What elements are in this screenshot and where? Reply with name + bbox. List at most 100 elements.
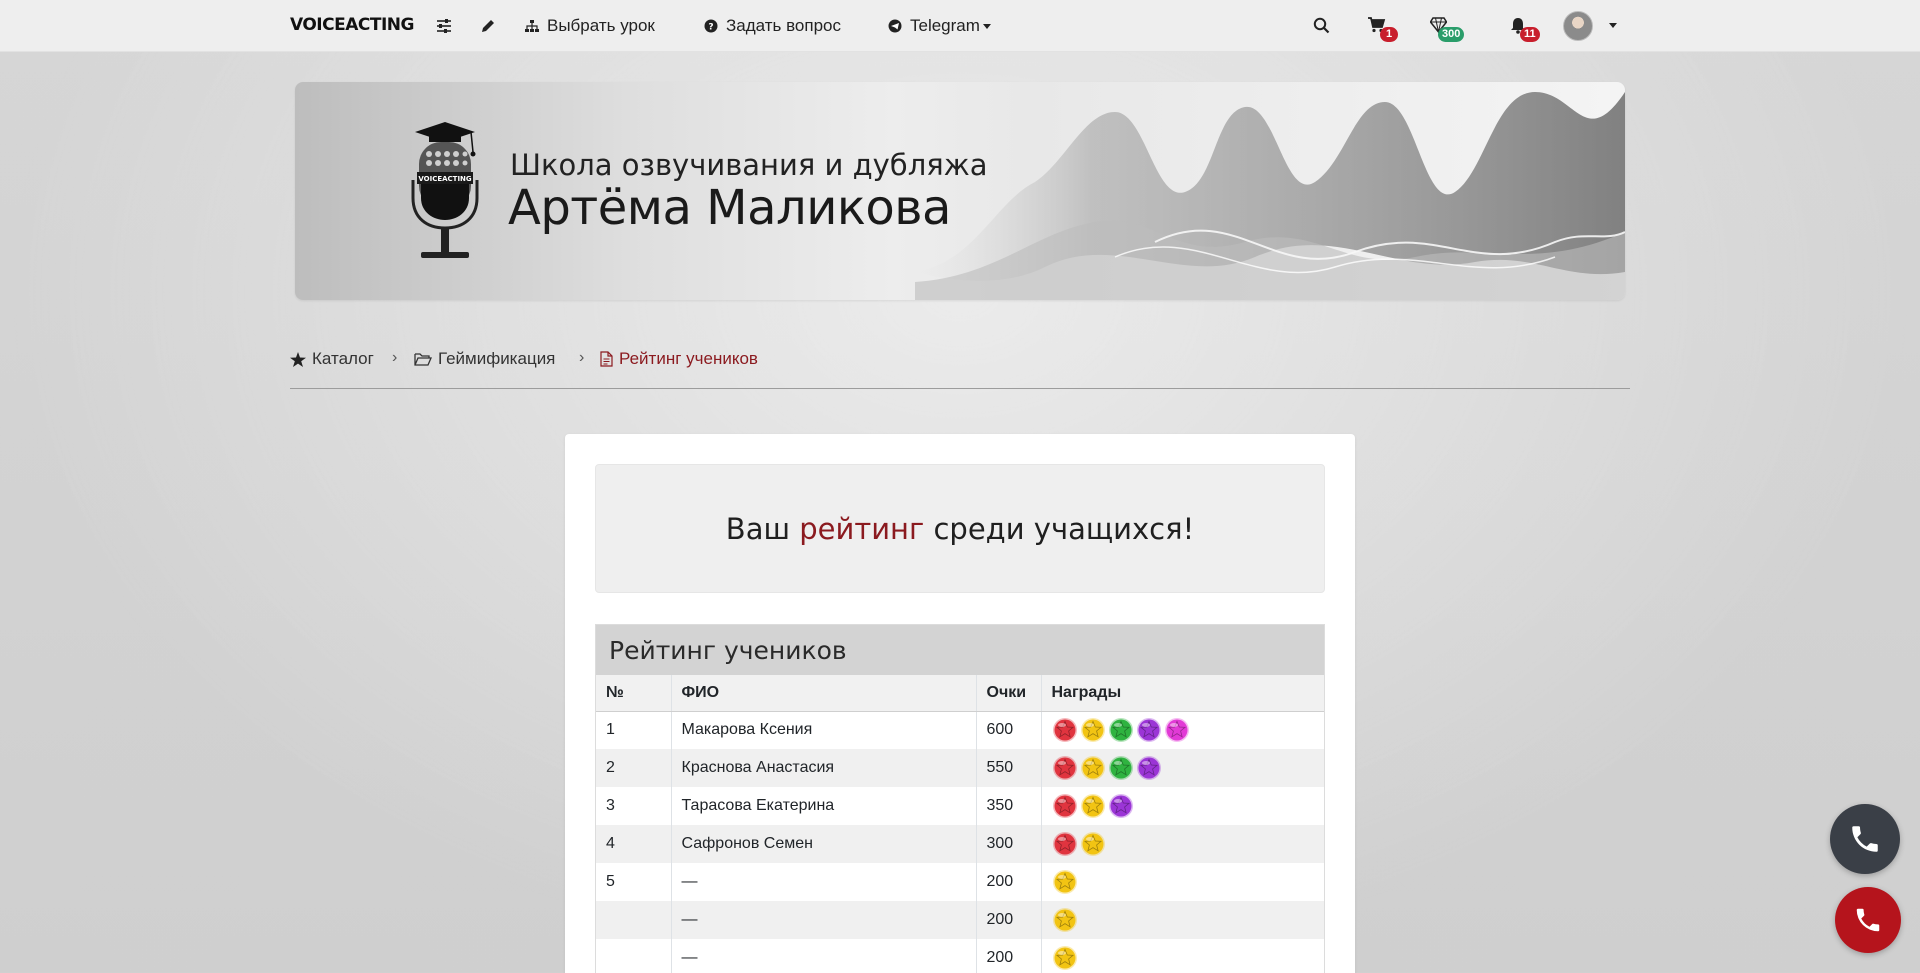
nav-ask-question-label: Задать вопрос <box>726 16 841 35</box>
awards-cell <box>1040 939 1324 973</box>
breadcrumb-student-rating[interactable]: Рейтинг учеников <box>600 347 758 371</box>
hero-text-after: среди учащихся! <box>933 511 1195 546</box>
mic-brand-label: VOICEACTING <box>418 175 472 183</box>
awards-list <box>1052 831 1315 857</box>
yellow-star-award-icon[interactable] <box>1080 831 1106 857</box>
rank-cell: 5 <box>596 863 671 901</box>
column-header-awards: Награды <box>1040 675 1324 712</box>
purple-star-award-icon[interactable] <box>1136 755 1162 781</box>
yellow-star-award-icon[interactable] <box>1080 717 1106 743</box>
call-button[interactable] <box>1830 804 1900 874</box>
points-cell: 350 <box>975 787 1041 825</box>
name-cell: Краснова Анастасия <box>670 749 976 787</box>
yellow-star-award-icon[interactable] <box>1052 869 1078 895</box>
gems-count-badge: 300 <box>1438 27 1465 42</box>
table-row: —200 <box>596 939 1324 973</box>
table-row: 1 Макарова Ксения 600 <box>596 711 1324 749</box>
rating-card: Ваш рейтинг среди учащихся! Рейтинг учен… <box>565 434 1355 973</box>
sitemap-icon <box>525 20 539 32</box>
awards-list <box>1052 945 1315 971</box>
red-star-award-icon[interactable] <box>1052 793 1078 819</box>
table-row: 2 Краснова Анастасия 550 <box>596 749 1324 787</box>
rank-cell: 3 <box>596 787 671 825</box>
nav-choose-lesson-label: Выбрать урок <box>547 16 655 35</box>
star-icon <box>290 351 306 367</box>
svg-text:?: ? <box>708 23 713 33</box>
nav-choose-lesson[interactable]: Выбрать урок <box>525 0 655 52</box>
nav-telegram-label: Telegram <box>910 16 980 35</box>
nav-ask-question[interactable]: ? Задать вопрос <box>704 0 841 52</box>
red-star-award-icon[interactable] <box>1052 755 1078 781</box>
awards-cell <box>1040 749 1324 787</box>
points-cell: 600 <box>975 711 1041 749</box>
rank-cell: 4 <box>596 825 671 863</box>
green-star-award-icon[interactable] <box>1108 755 1134 781</box>
top-navbar: VOICEACTING Выбрать урок ? Задать вопрос… <box>0 0 1920 52</box>
yellow-star-award-icon[interactable] <box>1080 793 1106 819</box>
school-banner: VOICEACTING Школа озвучивания и дубляжа … <box>295 82 1625 300</box>
awards-list <box>1052 907 1315 933</box>
awards-cell <box>1040 711 1324 749</box>
rank-cell: 1 <box>596 711 671 749</box>
telegram-icon <box>888 19 902 33</box>
notifications-count-badge: 11 <box>1520 27 1540 42</box>
breadcrumb: Каталог › Геймификация › Рейтинг ученико… <box>290 345 1630 389</box>
breadcrumb-catalog-label: Каталог <box>312 349 374 368</box>
hero-text-before: Ваш <box>725 511 790 546</box>
name-cell: — <box>670 939 976 973</box>
search-icon[interactable] <box>1313 17 1331 35</box>
breadcrumb-student-rating-label: Рейтинг учеников <box>619 349 758 368</box>
awards-cell <box>1040 825 1324 863</box>
sound-wave-graphic <box>915 92 1625 300</box>
table-row: 3 Тарасова Екатерина 350 <box>596 787 1324 825</box>
awards-list <box>1052 755 1315 781</box>
purple-star-award-icon[interactable] <box>1108 793 1134 819</box>
folder-open-icon <box>414 353 432 366</box>
red-star-award-icon[interactable] <box>1052 717 1078 743</box>
rating-hero-banner: Ваш рейтинг среди учащихся! <box>595 464 1325 593</box>
points-cell: 200 <box>975 863 1041 901</box>
awards-list <box>1052 869 1315 895</box>
pink-star-award-icon[interactable] <box>1164 717 1190 743</box>
brand-logo[interactable]: VOICEACTING <box>290 15 414 35</box>
name-cell: Сафронов Семен <box>670 825 976 863</box>
rating-table-body: 1 Макарова Ксения 600 2 Краснова Анастасия 55… <box>596 711 1324 973</box>
rank-cell <box>596 901 671 939</box>
awards-list <box>1052 793 1315 819</box>
yellow-star-award-icon[interactable] <box>1052 907 1078 933</box>
navbar-container: VOICEACTING Выбрать урок ? Задать вопрос… <box>290 0 1630 52</box>
yellow-star-award-icon[interactable] <box>1080 755 1106 781</box>
phone-icon <box>1856 908 1880 932</box>
table-row: —200 <box>596 901 1324 939</box>
yellow-star-award-icon[interactable] <box>1052 945 1078 971</box>
banner-title: Артёма Маликова <box>508 180 951 236</box>
rank-cell <box>596 939 671 973</box>
awards-cell <box>1040 901 1324 939</box>
green-star-award-icon[interactable] <box>1108 717 1134 743</box>
name-cell: — <box>670 863 976 901</box>
name-cell: Тарасова Екатерина <box>670 787 976 825</box>
points-cell: 200 <box>975 901 1041 939</box>
column-header-name: ФИО <box>670 675 976 712</box>
awards-cell <box>1040 863 1324 901</box>
breadcrumb-catalog[interactable]: Каталог <box>290 347 374 371</box>
microphone-logo-icon: VOICEACTING <box>411 122 479 258</box>
points-cell: 300 <box>975 825 1041 863</box>
points-cell: 550 <box>975 749 1041 787</box>
nav-telegram-dropdown[interactable]: Telegram <box>888 0 991 52</box>
breadcrumb-gamification[interactable]: Геймификация <box>414 347 555 371</box>
pencil-icon[interactable] <box>480 0 496 52</box>
callback-request-button[interactable] <box>1835 887 1901 953</box>
red-star-award-icon[interactable] <box>1052 831 1078 857</box>
hero-text-accent: рейтинг <box>799 511 925 546</box>
breadcrumb-gamification-label: Геймификация <box>438 349 556 368</box>
cart-count-badge: 1 <box>1380 27 1398 42</box>
rating-table: № ФИО Очки Награды 1 Макарова Ксения 600 2 К… <box>596 675 1324 973</box>
settings-sliders-icon[interactable] <box>436 0 452 52</box>
chevron-down-icon[interactable] <box>1609 23 1617 28</box>
table-header-row: № ФИО Очки Награды <box>596 675 1324 712</box>
user-avatar[interactable] <box>1563 11 1593 41</box>
purple-star-award-icon[interactable] <box>1136 717 1162 743</box>
column-header-points: Очки <box>975 675 1041 712</box>
chevron-down-icon <box>982 23 991 29</box>
